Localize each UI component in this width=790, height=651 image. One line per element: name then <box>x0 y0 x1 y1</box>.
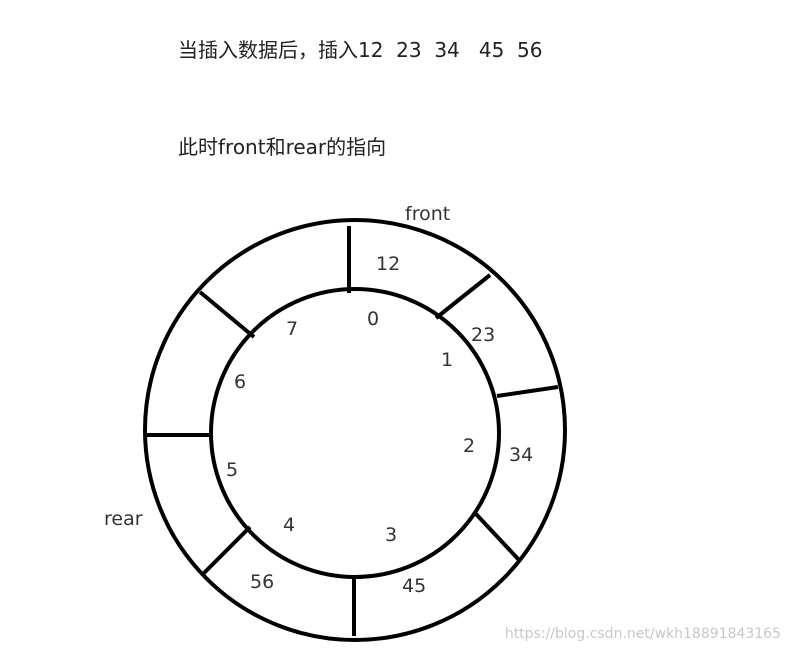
divider-2-3 <box>474 512 521 562</box>
slot-value-3: 45 <box>402 575 426 597</box>
rear-pointer-label: rear <box>104 508 143 530</box>
slot-value-2: 34 <box>509 444 533 466</box>
inner-ring <box>209 287 501 579</box>
slot-index-0: 0 <box>367 308 379 330</box>
slot-index-4: 4 <box>283 514 295 536</box>
slot-value-4: 56 <box>250 571 274 593</box>
slot-index-5: 5 <box>226 459 238 481</box>
slot-index-3: 3 <box>385 524 397 546</box>
circular-queue-diagram: front rear 12 23 34 45 56 0 1 2 3 4 5 6 … <box>104 203 781 642</box>
slot-value-0: 12 <box>376 253 400 275</box>
slot-index-7: 7 <box>286 318 298 340</box>
slot-value-1: 23 <box>471 324 495 346</box>
slot-index-2: 2 <box>463 435 475 457</box>
divider-4-5 <box>201 525 252 576</box>
divider-1-2 <box>496 385 559 398</box>
slot-index-1: 1 <box>441 349 453 371</box>
front-pointer-label: front <box>405 203 450 225</box>
divider-6-7 <box>198 290 256 339</box>
divider-0-1 <box>434 273 492 320</box>
slot-index-6: 6 <box>234 371 246 393</box>
watermark: https://blog.csdn.net/wkh18891843165 <box>505 626 781 642</box>
